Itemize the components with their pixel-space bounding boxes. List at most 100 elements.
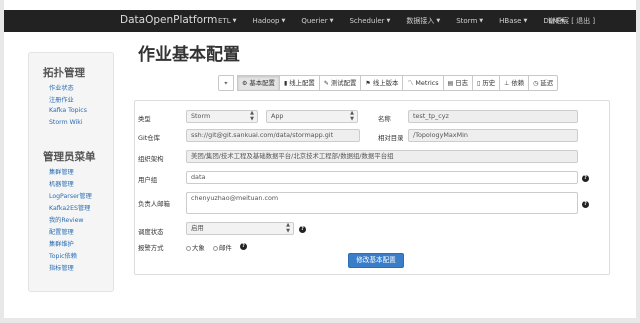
type-label: 类型 (138, 115, 151, 123)
sidebar-item-logparser-mgmt[interactable]: LogParser管理 (49, 191, 92, 200)
tab-latency[interactable]: ◷ 延迟 (528, 75, 559, 91)
tab-label: 延迟 (540, 79, 554, 87)
tab-label: 历史 (482, 79, 496, 87)
nav-item-label: Storm (456, 17, 478, 25)
sidebar-item-my-review[interactable]: 我的Review (49, 215, 83, 224)
top-navbar: DataOpenPlatform ETL ▼ Hadoop ▼ Querier ▼ S… (4, 10, 636, 32)
nav-item-hadoop[interactable]: Hadoop ▼ (252, 10, 285, 32)
sidebar-item-register-job[interactable]: 注册作业 (49, 95, 74, 104)
git-label: Git仓库 (138, 134, 161, 142)
lang-select-value: App (271, 112, 284, 120)
tab-dependencies[interactable]: ⊥ 依赖 (499, 75, 530, 91)
name-field[interactable]: test_tp_cyz (408, 110, 578, 123)
nav-item-data-ingest[interactable]: 数据接入 ▼ (406, 10, 440, 32)
nav-item-scheduler[interactable]: Scheduler ▼ (349, 10, 390, 32)
help-icon[interactable]: ? (582, 201, 589, 208)
tab-label: 基本配置 (249, 79, 275, 87)
tab-label: 依赖 (511, 79, 525, 87)
path-label: 相对目录 (378, 134, 404, 142)
sidebar-item-job-status[interactable]: 作业状态 (49, 83, 74, 92)
caret-down-icon: ▼ (479, 18, 484, 24)
alarm-option-email[interactable]: 邮件 (213, 243, 232, 252)
nav-item-label: ETL (218, 17, 231, 25)
caret-down-icon: ▼ (329, 18, 334, 24)
sitemap-icon: ⊥ (504, 80, 510, 87)
radio-label: 邮件 (219, 244, 232, 252)
org-label: 组织架构 (138, 155, 164, 163)
select-arrows-icon: ▲ ▼ (286, 222, 290, 234)
caret-down-icon: ▼ (523, 18, 528, 24)
sidebar: 拓扑管理 作业状态 注册作业 Kafka Topics Storm Wiki 管… (28, 52, 114, 292)
sidebar-item-storm-wiki[interactable]: Storm Wiki (49, 119, 83, 126)
radio-icon (186, 245, 191, 251)
brand-logo[interactable]: DataOpenPlatform (120, 14, 217, 26)
line-chart-icon: 〽 (407, 80, 414, 87)
nav-item-storm[interactable]: Storm ▼ (456, 10, 483, 32)
gear-icon: ⚙ (242, 80, 248, 87)
flag-icon: ⚑ (365, 80, 371, 87)
tab-basic-config[interactable]: ⚙ 基本配置 (237, 75, 280, 91)
sidebar-item-topic-deps[interactable]: Topic依赖 (49, 251, 77, 260)
help-icon[interactable]: ? (240, 243, 247, 250)
tab-label: 测试配置 (330, 79, 357, 87)
radio-icon (213, 245, 218, 251)
crosshair-button[interactable]: ⌖ (218, 75, 234, 91)
chart-icon: ▮ (283, 80, 288, 87)
book-icon: ▤ (447, 80, 454, 87)
user-logout-link[interactable]: 谢语宸 [ 退出 ] (548, 10, 595, 32)
sidebar-item-config-mgmt[interactable]: 配置管理 (49, 227, 74, 236)
tab-logs[interactable]: ▤ 日志 (442, 75, 474, 91)
type-select[interactable]: Storm ▲ ▼ (186, 110, 258, 123)
tab-label: 日志 (455, 79, 469, 87)
git-repo-field[interactable]: ssh://git@git.sankuai.com/data/stormapp.… (186, 129, 360, 142)
sidebar-heading-topology: 拓扑管理 (43, 67, 85, 79)
schedule-status-select[interactable]: 启用 ▲ ▼ (186, 222, 294, 235)
crosshair-icon: ⌖ (224, 80, 228, 87)
select-arrows-icon: ▲ ▼ (250, 110, 254, 122)
tab-metrics[interactable]: 〽 Metrics (402, 75, 444, 91)
select-arrows-icon: ▲ ▼ (350, 110, 354, 122)
user-group-field[interactable]: data (186, 171, 578, 184)
nav-item-querier[interactable]: Querier ▼ (301, 10, 333, 32)
schedule-status-label: 调度状态 (138, 228, 164, 236)
config-toolbar: ⌖ ⚙ 基本配置 ▮ 线上配置 ✎ 测试配置 ⚑ 线上版本 〽 Metrics ▤ 日志 ▯… (218, 75, 559, 91)
name-label: 名称 (378, 115, 391, 123)
nav-item-label: HBase (499, 17, 522, 25)
relative-path-field[interactable]: /TopologyMaxMin (408, 129, 578, 142)
sidebar-item-machine-mgmt[interactable]: 机器管理 (49, 179, 74, 188)
help-icon[interactable]: ? (299, 226, 306, 233)
clock-icon: ◷ (533, 80, 539, 87)
tab-label: 线上版本 (372, 79, 399, 87)
schedule-status-value: 启用 (191, 224, 204, 232)
page-title: 作业基本配置 (138, 45, 240, 65)
caret-down-icon: ▼ (386, 18, 391, 24)
nav-item-etl[interactable]: ETL ▼ (218, 10, 236, 32)
org-field[interactable]: 美团/集团/技术工程及基础数据平台/北京技术工程部/数据组/数据平台组 (186, 150, 578, 163)
save-basic-config-button[interactable]: 修改基本配置 (348, 253, 404, 268)
sidebar-heading-admin: 管理员菜单 (43, 151, 96, 163)
sidebar-item-kafka2es-mgmt[interactable]: Kafka2ES管理 (49, 203, 90, 212)
sidebar-item-kafka-topics[interactable]: Kafka Topics (49, 107, 87, 114)
sidebar-item-cluster-maintenance[interactable]: 集群维护 (49, 239, 74, 248)
tab-test-config[interactable]: ✎ 测试配置 (318, 75, 362, 91)
tab-online-config[interactable]: ▮ 线上配置 (278, 75, 320, 91)
nav-item-label: Hadoop (252, 17, 280, 25)
tab-online-version[interactable]: ⚑ 线上版本 (360, 75, 404, 91)
user-group-label: 用户组 (138, 176, 158, 184)
nav-item-hbase[interactable]: HBase ▼ (499, 10, 527, 32)
alarm-option-daxiang[interactable]: 大象 (186, 243, 205, 252)
caret-down-icon: ▼ (281, 18, 286, 24)
type-select-value: Storm (191, 112, 211, 120)
nav-menu: ETL ▼ Hadoop ▼ Querier ▼ Scheduler ▼ 数据接入 ▼ S… (218, 10, 581, 32)
tab-label: 线上配置 (289, 79, 315, 87)
owner-email-textarea[interactable]: chenyuzhao@meituan.com (186, 192, 578, 214)
tab-label: Metrics (415, 79, 439, 87)
wrench-icon: ✎ (323, 80, 329, 87)
sidebar-item-cluster-mgmt[interactable]: 集群管理 (49, 167, 74, 176)
config-form-panel (134, 100, 610, 275)
tab-history[interactable]: ▯ 历史 (472, 75, 501, 91)
sidebar-item-metric-mgmt[interactable]: 指标管理 (49, 263, 74, 272)
help-icon[interactable]: ? (582, 175, 589, 182)
owner-email-label: 负责人邮箱 (138, 200, 170, 208)
lang-select[interactable]: App ▲ ▼ (266, 110, 358, 123)
